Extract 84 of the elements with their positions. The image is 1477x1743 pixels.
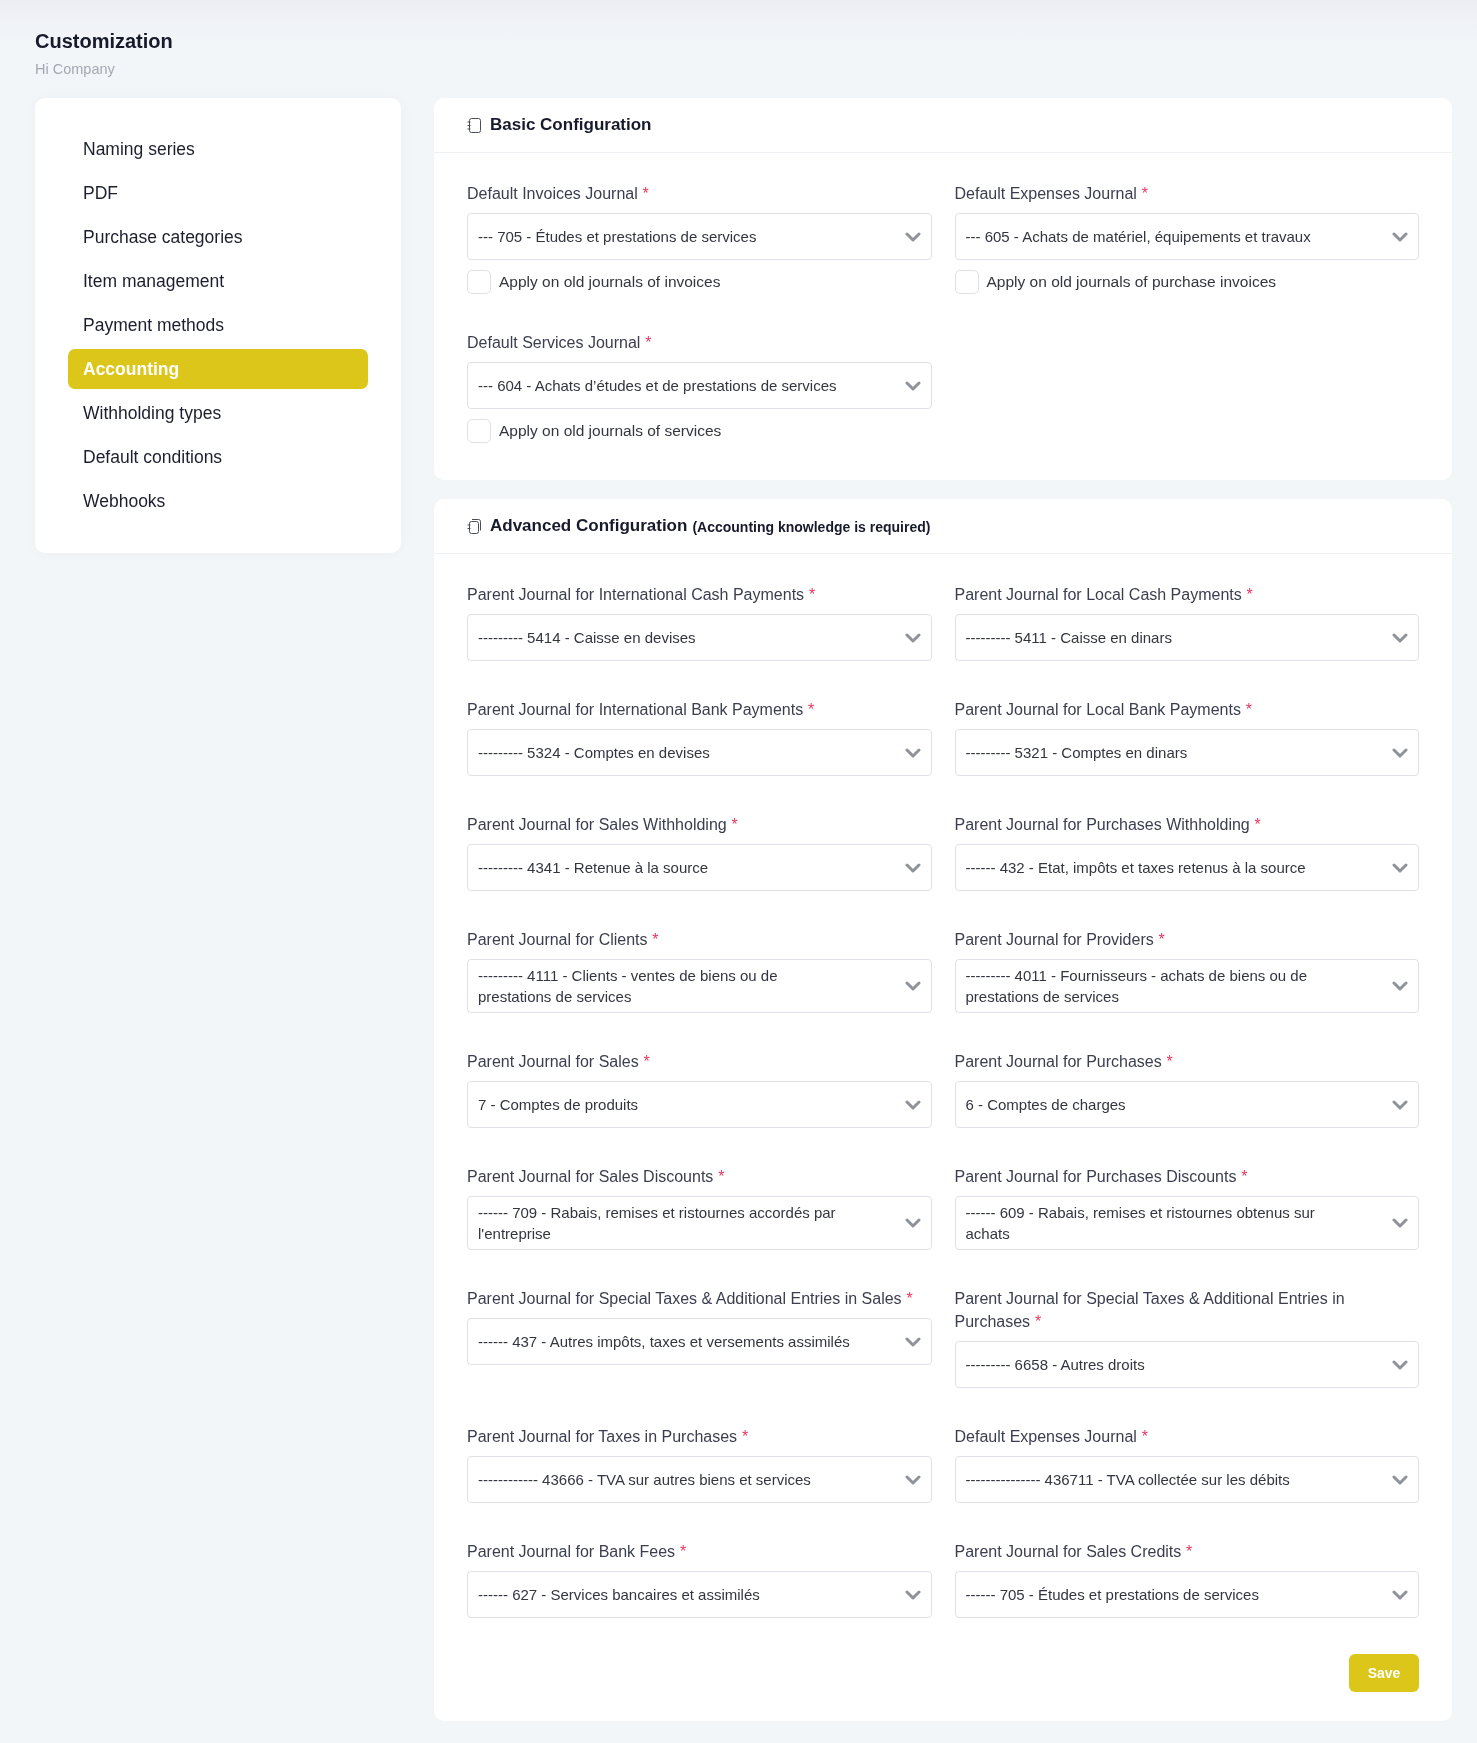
checkbox[interactable] [954,270,979,294]
journal-dropdown[interactable]: ------ 705 - Études et prestations de services [954,1571,1419,1618]
field-label: Parent Journal for Bank Fees * [467,1542,687,1562]
field-label: Parent Journal for Special Taxes & Additional Entries in Sales * [467,1289,913,1309]
journal-dropdown[interactable]: --------------- 436711 - TVA collectée sur les débits [954,1456,1419,1503]
section-title: Advanced Configuration [490,515,688,538]
journal-dropdown[interactable]: ------ 609 - Rabais, remises et ristournes obtenus sur achats [954,1196,1419,1250]
field-label: Parent Journal for Local Bank Payments * [954,700,1252,720]
checkbox[interactable] [467,419,491,443]
journal-dropdown[interactable]: --------- 6658 - Autres droits [954,1341,1419,1388]
option-label: Apply on old journals of purchase invoices [986,272,1276,293]
chevron-down-icon [904,747,921,758]
section-title: Basic Configuration [490,114,652,137]
journal-dropdown[interactable]: 6 - Comptes de charges [954,1081,1419,1128]
field-label: Default Invoices Journal * [467,184,649,204]
journal-dropdown[interactable]: ------------ 43666 - TVA sur autres biens et services [467,1456,932,1503]
chevron-down-icon [904,1218,921,1228]
chevron-down-icon [904,981,921,991]
field-label: Parent Journal for Clients * [467,930,659,950]
chevron-down-icon [904,1336,921,1347]
chevron-down-icon [1392,1589,1408,1600]
field-label: Default Expenses Journal * [954,1427,1148,1447]
sidebar-item[interactable]: Webhooks [68,481,368,521]
journal-dropdown[interactable]: --------- 5324 - Comptes en devises [467,729,932,776]
journal-dropdown[interactable]: ------ 432 - Etat, impôts et taxes retenus à la source [954,844,1419,891]
journal-dropdown[interactable]: --------- 5414 - Caisse en devises [467,614,932,661]
chevron-down-icon [1392,862,1408,873]
journal-dropdown[interactable]: ------ 709 - Rabais, remises et ristournes accordés par l'entreprise [467,1196,932,1250]
journal-dropdown[interactable]: ------ 627 - Services bancaires et assimilés [467,1571,932,1618]
journal-dropdown[interactable]: --------- 4341 - Retenue à la source [467,844,932,891]
option-label: Apply on old journals of services [499,421,722,442]
chevron-down-icon [904,1099,921,1110]
checkbox[interactable] [467,270,491,294]
field-label: Default Expenses Journal * [954,184,1148,204]
sidebar-item[interactable]: Withholding types [68,393,368,433]
chevron-down-icon [1392,1218,1408,1228]
option-label: Apply on old journals of invoices [499,272,721,293]
field-label: Parent Journal for International Bank Payments * [467,700,815,720]
chevron-down-icon [904,862,921,873]
chevron-down-icon [1392,1359,1408,1370]
chevron-down-icon [1392,981,1408,991]
field-label: Parent Journal for Purchases Withholding * [954,815,1261,835]
field-label: Parent Journal for Sales Credits * [954,1542,1193,1562]
journal-dropdown[interactable]: --- 604 - Achats d’études et de prestations de services [467,362,932,409]
journal-dropdown[interactable]: --- 705 - Études et prestations de services [467,213,932,260]
journal-dropdown[interactable]: --------- 5321 - Comptes en dinars [954,729,1419,776]
field-label: Parent Journal for Sales Withholding * [467,815,738,835]
field-label: Default Services Journal * [467,333,652,353]
field-label: Parent Journal for Sales * [467,1052,650,1072]
chevron-down-icon [1392,632,1408,643]
sidebar-item[interactable]: Purchase categories [68,217,368,257]
field-label: Parent Journal for Special Taxes & Additional Entries in Purchases * [954,1289,1346,1332]
sidebar-item[interactable]: Payment methods [68,305,368,345]
stacked-pages-icon [467,518,481,534]
chevron-down-icon [1392,1474,1408,1485]
chevron-down-icon [904,632,921,643]
field-label: Parent Journal for Purchases Discounts * [954,1167,1248,1187]
journal-dropdown[interactable]: --- 605 - Achats de matériel, équipements et travaux [954,213,1419,260]
sidebar-item[interactable]: Default conditions [68,437,368,477]
field-label: Parent Journal for Local Cash Payments * [954,585,1253,605]
journal-dropdown[interactable]: --------- 5411 - Caisse en dinars [954,614,1419,661]
field-label: Parent Journal for Taxes in Purchases * [467,1427,749,1447]
journal-dropdown[interactable]: --------- 4011 - Fournisseurs - achats de biens ou de prestations de services [954,959,1419,1013]
journal-dropdown[interactable]: --------- 4111 - Clients - ventes de biens ou de prestations de services [467,959,932,1013]
journal-dropdown[interactable]: 7 - Comptes de produits [467,1081,932,1128]
company-name: Hi Company [35,60,115,78]
field-label: Parent Journal for International Cash Payments * [467,585,816,605]
chevron-down-icon [1392,1099,1408,1110]
chevron-down-icon [904,231,921,242]
chevron-down-icon [904,380,921,391]
sidebar-item[interactable]: Naming series [68,129,368,169]
chevron-down-icon [1392,231,1408,242]
notebook-icon [467,117,481,133]
field-label: Parent Journal for Purchases * [954,1052,1173,1072]
sidebar-item[interactable]: Item management [68,261,368,301]
sidebar-item[interactable]: PDF [68,173,368,213]
chevron-down-icon [1392,747,1408,758]
chevron-down-icon [904,1474,921,1485]
field-label: Parent Journal for Sales Discounts * [467,1167,725,1187]
section-note: (Accounting knowledge is required) [692,517,931,537]
page-title: Customization [35,29,173,54]
chevron-down-icon [904,1589,921,1600]
journal-dropdown[interactable]: ------ 437 - Autres impôts, taxes et versements assimilés [467,1318,932,1365]
field-label: Parent Journal for Providers * [954,930,1165,950]
